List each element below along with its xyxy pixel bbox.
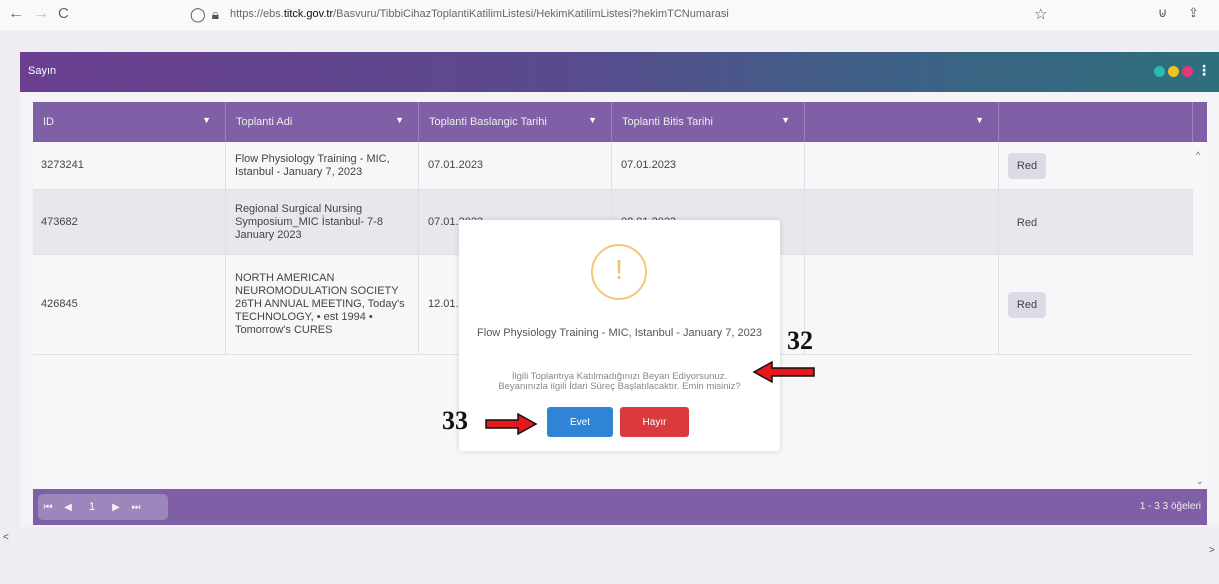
url-domain: titck.gov.tr xyxy=(283,8,334,20)
scroll-down-icon[interactable]: ⌄ xyxy=(1196,476,1204,487)
cell-empty xyxy=(805,190,999,254)
annotation-arrow-right-icon xyxy=(485,412,538,436)
page-number[interactable]: 1 xyxy=(78,501,106,513)
column-header-end-date[interactable]: Toplanti Bitis Tarihi ▼ xyxy=(612,102,805,142)
dialog-title: Flow Physiology Training - MIC, Istanbul… xyxy=(477,327,762,339)
grid-header: ID ▼ Toplanti Adi ▼ Toplanti Baslangic T… xyxy=(33,102,1207,142)
reload-icon[interactable]: C xyxy=(58,5,69,22)
card-dots xyxy=(1154,66,1193,77)
cell-empty xyxy=(805,255,999,354)
column-label: Toplanti Adi xyxy=(236,116,293,128)
pager-info: 1 - 3 3 öğeleri xyxy=(1139,501,1201,512)
column-header-6 xyxy=(999,102,1193,142)
teal-dot-icon xyxy=(1154,66,1165,77)
scroll-up-icon[interactable]: ^ xyxy=(1196,150,1200,160)
column-header-id[interactable]: ID ▼ xyxy=(33,102,226,142)
annotation-label-33: 33 xyxy=(442,406,468,435)
cell-start: 07.01.2023 xyxy=(419,142,612,189)
annotation-arrow-left-icon xyxy=(752,360,815,384)
url-path: /Basvuru/TibbiCihazToplantiKatilimListes… xyxy=(333,8,729,20)
grid-pager: ⏮ ◀ 1 ▶ ⏭ 1 - 3 3 öğeleri xyxy=(33,489,1207,525)
column-header-name[interactable]: Toplanti Adi ▼ xyxy=(226,102,419,142)
column-label: Toplanti Baslangic Tarihi xyxy=(429,116,547,128)
tracking-shield-icon: ◯ xyxy=(190,6,206,22)
filter-icon[interactable]: ▼ xyxy=(588,115,597,125)
filter-icon[interactable]: ▼ xyxy=(975,115,984,125)
next-page-icon[interactable]: ▶ xyxy=(106,502,126,513)
cell-name: Regional Surgical Nursing Symposium_MIC … xyxy=(226,190,419,254)
prev-page-icon[interactable]: ◀ xyxy=(58,502,78,513)
filter-icon[interactable]: ▼ xyxy=(395,115,404,125)
cell-name: Flow Physiology Training - MIC, Istanbul… xyxy=(226,142,419,189)
filter-icon[interactable]: ▼ xyxy=(202,115,211,125)
lock-icon: 🔒︎ xyxy=(211,6,220,22)
share-icon[interactable]: ⇪ xyxy=(1188,5,1199,21)
table-row: 3273241 Flow Physiology Training - MIC, … xyxy=(33,142,1193,190)
column-label: ID xyxy=(43,116,54,128)
dialog-message: İlgili Toplantıya Katılmadığınızı Beyan … xyxy=(469,372,770,392)
card-header: Sayın ⋮ xyxy=(20,52,1219,92)
browser-toolbar: ← → C ◯ 🔒︎ https://ebs.titck.gov.tr/Basv… xyxy=(0,0,1219,30)
confirm-button[interactable]: Evet xyxy=(547,407,613,437)
first-page-icon[interactable]: ⏮ xyxy=(38,502,58,513)
scroll-left-icon[interactable]: < xyxy=(3,532,9,543)
warning-icon-glyph: ! xyxy=(615,254,623,285)
column-label: Toplanti Bitis Tarihi xyxy=(622,116,713,128)
card-title: Sayın xyxy=(28,65,57,77)
annotation-label-32: 32 xyxy=(787,326,813,355)
yellow-dot-icon xyxy=(1168,66,1179,77)
pink-dot-icon xyxy=(1182,66,1193,77)
pager-controls: ⏮ ◀ 1 ▶ ⏭ xyxy=(38,494,168,520)
cell-id: 473682 xyxy=(33,190,226,254)
cell-empty xyxy=(805,142,999,189)
column-header-start-date[interactable]: Toplanti Baslangic Tarihi ▼ xyxy=(419,102,612,142)
cell-name: NORTH AMERICAN NEUROMODULATION SOCIETY 2… xyxy=(226,255,419,354)
warning-icon: ! xyxy=(591,244,647,300)
red-button[interactable]: Red xyxy=(1008,210,1046,236)
address-bar[interactable]: https://ebs.titck.gov.tr/Basvuru/TibbiCi… xyxy=(230,8,729,20)
filter-icon[interactable]: ▼ xyxy=(781,115,790,125)
red-button[interactable]: Red xyxy=(1008,292,1046,318)
url-prefix: https://ebs. xyxy=(230,8,284,20)
cell-id: 3273241 xyxy=(33,142,226,189)
kebab-menu-icon[interactable]: ⋮ xyxy=(1197,62,1211,79)
bookmark-star-icon[interactable]: ☆ xyxy=(1034,5,1047,23)
forward-icon[interactable]: → xyxy=(33,5,49,23)
back-icon[interactable]: ← xyxy=(8,5,24,23)
scroll-right-icon[interactable]: > xyxy=(1209,545,1215,556)
column-header-5[interactable]: ▼ xyxy=(805,102,999,142)
red-button[interactable]: Red xyxy=(1008,153,1046,179)
cell-end: 07.01.2023 xyxy=(612,142,805,189)
dialog-message-line2: Beyanınızla ilgili İdari Süreç Başlatıla… xyxy=(498,381,741,392)
url-security-icons: ◯ 🔒︎ xyxy=(190,6,219,23)
cancel-button[interactable]: Hayır xyxy=(620,407,689,437)
last-page-icon[interactable]: ⏭ xyxy=(126,502,146,513)
cell-id: 426845 xyxy=(33,255,226,354)
pocket-icon[interactable]: ⊍ xyxy=(1158,5,1168,21)
